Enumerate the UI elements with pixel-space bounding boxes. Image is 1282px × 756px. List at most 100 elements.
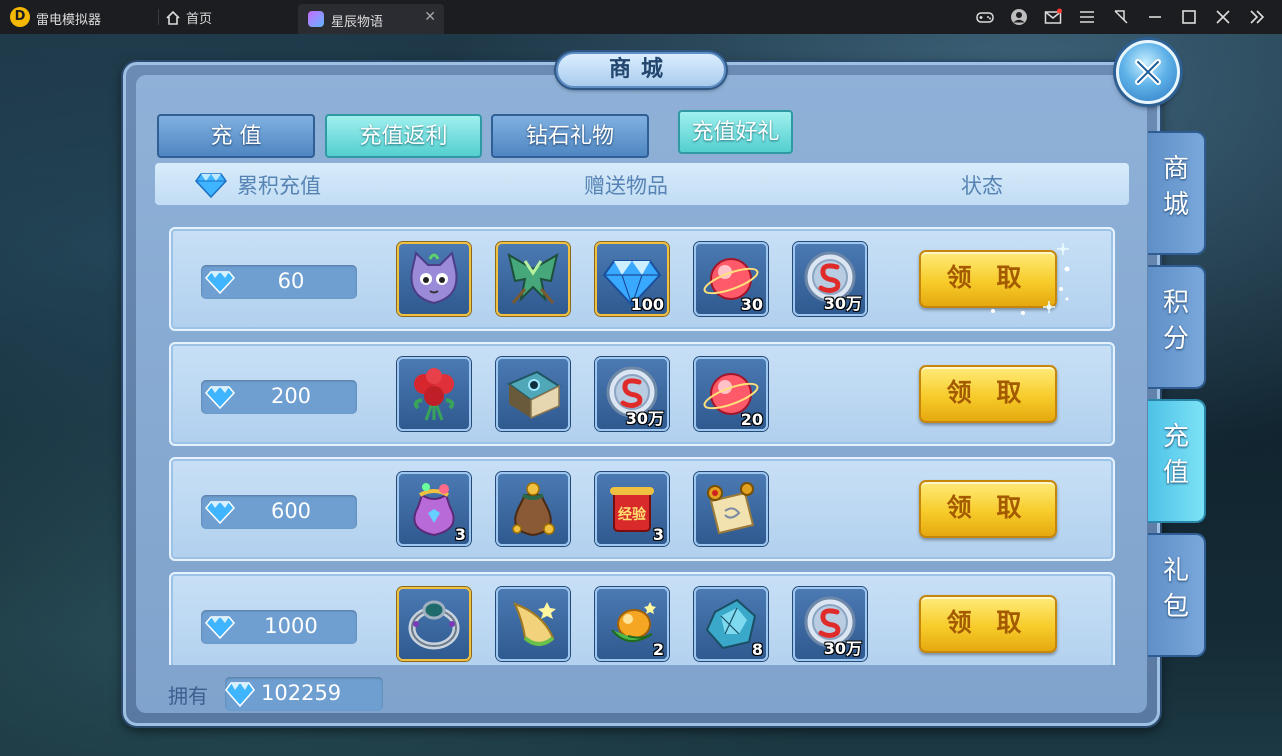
item-quantity: 2 — [652, 640, 664, 659]
diamond-icon — [205, 386, 235, 409]
minimize-icon[interactable] — [1138, 0, 1172, 34]
item-quantity: 30万 — [823, 294, 862, 313]
close-shop-button[interactable] — [1116, 40, 1180, 104]
item-crystal-ore[interactable]: 8 — [694, 587, 768, 661]
side-tab-label: 充值 — [1162, 422, 1189, 488]
item-quantity: 30万 — [823, 639, 862, 658]
tab-close-icon[interactable]: ✕ — [424, 9, 436, 25]
recharge-amount: 600 — [201, 495, 357, 529]
claim-button[interactable]: 领 取 — [919, 365, 1057, 423]
titlebar-divider — [158, 9, 159, 25]
header-cumulative-recharge: 累积充值 — [237, 174, 321, 198]
recharge-amount: 60 — [201, 265, 357, 299]
diamond-balance-value: 102259 — [261, 681, 342, 705]
emulator-app-name: 雷电模拟器 — [36, 13, 102, 28]
item-gem-pouch[interactable]: 3 — [397, 472, 471, 546]
tab-recharge[interactable]: 充 值 — [157, 114, 315, 158]
item-quantity: 30 — [740, 295, 763, 314]
window-controls — [968, 0, 1274, 34]
item-quantity: 20 — [740, 410, 763, 429]
item-ring[interactable] — [397, 587, 471, 661]
money-bag-icon — [512, 482, 555, 537]
diamond-icon — [195, 173, 227, 198]
item-horn[interactable] — [496, 587, 570, 661]
shop-title: 商城 — [556, 52, 726, 88]
tab-recharge-rebate[interactable]: 充值返利 — [325, 114, 482, 158]
item-quantity: 30万 — [625, 409, 664, 428]
home-icon — [166, 10, 180, 25]
game-app-icon — [308, 11, 324, 27]
home-tab-label: 首页 — [186, 12, 213, 27]
diamond-icon — [205, 271, 235, 294]
owned-label: 拥有 — [168, 684, 208, 708]
emulator-titlebar: D 雷电模拟器 首页 星辰物语 ✕ — [0, 0, 1282, 34]
reward-row-60: 60 100 30 30万 领 取 — [169, 227, 1115, 331]
item-red-orb[interactable]: 20 — [694, 357, 768, 431]
game-tab-label: 星辰物语 — [331, 15, 384, 30]
recharge-amount: 200 — [201, 380, 357, 414]
item-diamonds[interactable]: 100 — [595, 242, 669, 316]
side-tab-recharge[interactable]: 充值 — [1148, 399, 1206, 523]
recharge-amount-value: 1000 — [264, 614, 318, 638]
item-treasure-scroll[interactable] — [694, 472, 768, 546]
diamond-icon — [205, 501, 235, 524]
mail-icon[interactable] — [1036, 0, 1070, 34]
home-tab[interactable]: 首页 — [166, 8, 212, 27]
item-green-wings[interactable] — [496, 242, 570, 316]
item-rose-bouquet[interactable] — [397, 357, 471, 431]
recharge-amount-value: 60 — [277, 269, 305, 293]
header-gift-items: 赠送物品 — [584, 174, 668, 198]
recharge-amount-value: 200 — [270, 384, 312, 408]
side-tab-shop[interactable]: 商城 — [1148, 131, 1206, 255]
item-silver-coin[interactable]: 30万 — [793, 587, 867, 661]
resize-window-icon[interactable] — [1104, 0, 1138, 34]
maximize-icon[interactable] — [1172, 0, 1206, 34]
diamond-icon — [225, 682, 255, 707]
rose-bouquet-icon — [413, 368, 455, 421]
close-icon — [1135, 59, 1161, 85]
item-spellbook[interactable] — [496, 357, 570, 431]
item-quantity: 3 — [454, 525, 466, 544]
emulator-logo-icon: D — [10, 7, 30, 27]
side-tab-label: 礼包 — [1162, 556, 1189, 622]
item-purple-cat[interactable] — [397, 242, 471, 316]
reward-list[interactable]: 60 100 30 30万 领 取 200 30万 20 领 取 600 3 经… — [155, 213, 1129, 665]
item-quantity: 100 — [630, 295, 664, 314]
header-status: 状态 — [961, 174, 1003, 198]
side-tab-label: 商城 — [1162, 154, 1189, 220]
side-tab-gift-pack[interactable]: 礼包 — [1148, 533, 1206, 657]
item-silver-coin[interactable]: 30万 — [595, 357, 669, 431]
item-quantity: 3 — [652, 525, 664, 544]
reward-row-200: 200 30万 20 领 取 — [169, 342, 1115, 446]
svg-text:经验: 经验 — [618, 506, 647, 523]
horn-icon — [513, 602, 556, 646]
tab-diamond-gifts[interactable]: 钻石礼物 — [491, 114, 649, 158]
claim-button[interactable]: 领 取 — [919, 250, 1057, 308]
item-red-orb[interactable]: 30 — [694, 242, 768, 316]
side-tab-points[interactable]: 积分 — [1148, 265, 1206, 389]
green-wings-icon — [507, 252, 559, 304]
item-quantity: 8 — [751, 640, 763, 659]
reward-row-1000: 1000 2 8 30万 领 取 — [169, 572, 1115, 665]
claim-button[interactable]: 领 取 — [919, 595, 1057, 653]
diamond-icon — [205, 616, 235, 639]
item-silver-coin[interactable]: 30万 — [793, 242, 867, 316]
close-window-icon[interactable] — [1206, 0, 1240, 34]
gamepad-icon[interactable] — [968, 0, 1002, 34]
recharge-amount-value: 600 — [270, 499, 312, 523]
claim-button[interactable]: 领 取 — [919, 480, 1057, 538]
recharge-amount: 1000 — [201, 610, 357, 644]
tab-recharge-gifts[interactable]: 充值好礼 — [678, 110, 793, 154]
account-icon[interactable] — [1002, 0, 1036, 34]
game-tab[interactable]: 星辰物语 ✕ — [298, 4, 444, 34]
treasure-scroll-icon — [707, 482, 755, 535]
collapse-sidebar-icon[interactable] — [1240, 0, 1274, 34]
side-tab-label: 积分 — [1162, 288, 1189, 354]
spellbook-icon — [506, 370, 562, 420]
item-exp-scroll[interactable]: 经验 3 — [595, 472, 669, 546]
diamond-balance: 102259 — [225, 677, 383, 711]
table-header: 累积充值 赠送物品 状态 — [155, 163, 1129, 205]
item-money-bag[interactable] — [496, 472, 570, 546]
item-golden-fruit[interactable]: 2 — [595, 587, 669, 661]
menu-icon[interactable] — [1070, 0, 1104, 34]
